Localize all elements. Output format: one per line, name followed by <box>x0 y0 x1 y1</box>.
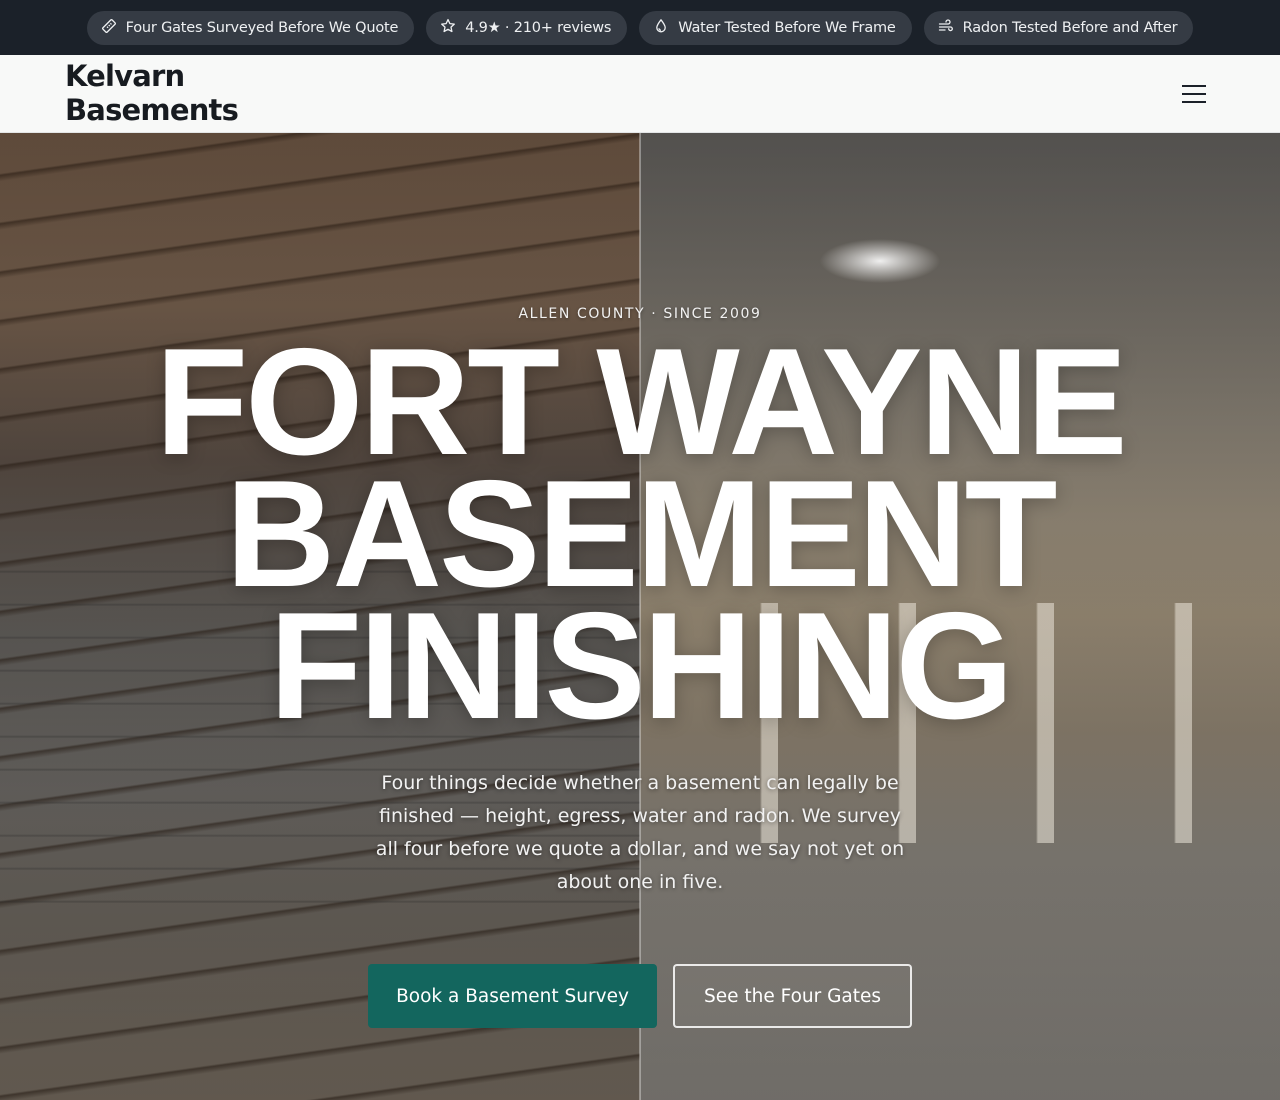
book-survey-button[interactable]: Book a Basement Survey <box>368 964 657 1028</box>
trust-bar: Four Gates Surveyed Before We Quote 4.9★… <box>0 0 1280 55</box>
droplet-icon <box>653 18 669 38</box>
trust-pill-radon: Radon Tested Before and After <box>923 10 1194 45</box>
see-four-gates-button[interactable]: See the Four Gates <box>673 964 912 1028</box>
trust-pill-four-gates: Four Gates Surveyed Before We Quote <box>86 10 415 45</box>
trust-pill-reviews: 4.9★ · 210+ reviews <box>426 10 628 45</box>
trust-pill-label: Radon Tested Before and After <box>962 19 1178 36</box>
trust-pill-label: Water Tested Before We Frame <box>678 19 896 36</box>
wind-icon <box>938 18 954 38</box>
ruler-icon <box>101 18 117 38</box>
logo-line-2: Basements <box>65 93 239 127</box>
hero-subtitle: Four things decide whether a basement ca… <box>375 772 905 893</box>
logo[interactable]: Kelvarn Basements <box>65 59 239 127</box>
trust-pill-label: Four Gates Surveyed Before We Quote <box>125 19 399 36</box>
hero-section: ALLEN COUNTY · SINCE 2009 FORT WAYNE BAS… <box>0 133 1280 1100</box>
hamburger-menu-icon[interactable] <box>1176 80 1212 108</box>
trust-pill-label: 4.9★ · 210+ reviews <box>465 19 612 36</box>
hero-title: FORT WAYNE BASEMENT FINISHING <box>0 326 1280 751</box>
logo-line-1: Kelvarn <box>65 59 185 93</box>
star-icon <box>440 18 456 38</box>
hero-content: ALLEN COUNTY · SINCE 2009 FORT WAYNE BAS… <box>0 133 1280 1100</box>
hero-title-line-3: FINISHING <box>269 581 1013 751</box>
site-header: Kelvarn Basements <box>0 55 1280 133</box>
trust-pill-water: Water Tested Before We Frame <box>639 10 912 45</box>
